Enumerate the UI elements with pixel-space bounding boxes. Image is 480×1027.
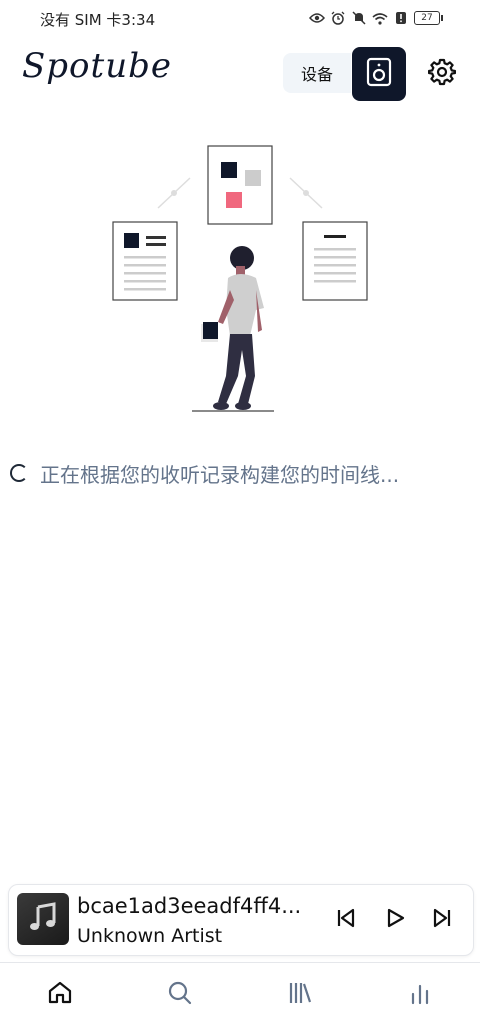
status-carrier-time: 没有 SIM 卡3:34 [40, 11, 156, 29]
library-icon [287, 980, 313, 1010]
nav-library[interactable] [240, 963, 360, 1027]
next-button[interactable] [427, 905, 457, 935]
lyrics-icon [407, 980, 433, 1010]
empty-state-illustration [100, 140, 380, 420]
nav-home[interactable] [0, 963, 120, 1027]
album-cover[interactable] [17, 893, 69, 945]
eye-icon [309, 10, 325, 26]
app-logo: Spotube [22, 46, 172, 86]
play-icon [386, 907, 406, 933]
previous-button[interactable] [331, 905, 361, 935]
speaker-icon [366, 57, 392, 91]
play-button[interactable] [381, 905, 411, 935]
music-note-icon [27, 901, 59, 937]
gear-icon [427, 58, 457, 90]
mini-player[interactable]: bcae1ad3eeadf4ff4... Unknown Artist [8, 884, 474, 956]
nav-search[interactable] [120, 963, 240, 1027]
wifi-icon [372, 10, 388, 26]
home-icon [47, 980, 73, 1010]
mute-icon [351, 10, 367, 26]
app-header: Spotube 设备 [0, 44, 480, 102]
device-button[interactable]: 设备 [283, 53, 351, 93]
skip-next-icon [431, 907, 453, 933]
alarm-icon [330, 10, 346, 26]
track-title[interactable]: bcae1ad3eeadf4ff4... [77, 894, 317, 918]
skip-previous-icon [335, 907, 357, 933]
alert-icon [393, 10, 409, 26]
battery-indicator: 27 [414, 11, 443, 25]
status-icons: 27 [309, 10, 443, 26]
bottom-navigation [0, 963, 480, 1027]
settings-button[interactable] [424, 56, 460, 92]
loading-spinner-icon [10, 464, 28, 482]
speaker-button[interactable] [352, 47, 406, 101]
timeline-loading: 正在根据您的收听记录构建您的时间线... [10, 458, 472, 488]
track-artist[interactable]: Unknown Artist [77, 925, 222, 947]
search-icon [167, 980, 193, 1010]
loading-text: 正在根据您的收听记录构建您的时间线... [40, 462, 400, 487]
nav-lyrics[interactable] [360, 963, 480, 1027]
status-bar: 没有 SIM 卡3:34 27 [0, 0, 480, 38]
